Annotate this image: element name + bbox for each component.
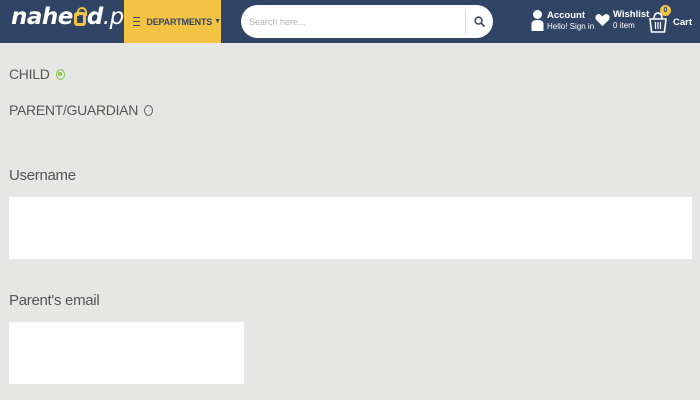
cart-link[interactable]: 0 Cart [649, 5, 699, 39]
radio-option-child[interactable]: CHILD [9, 66, 65, 82]
account-link[interactable]: Account Hello! Sign in [531, 9, 594, 32]
logo-text-start: nahe [11, 4, 73, 30]
radio-button-parent-guardian[interactable] [144, 104, 154, 116]
radio-button-child[interactable] [55, 68, 65, 80]
search-input[interactable] [241, 5, 465, 38]
user-icon [531, 10, 544, 31]
radio-option-parent-guardian[interactable]: PARENT/GUARDIAN [9, 102, 154, 118]
wishlist-subtitle: 0 item [613, 21, 635, 30]
logo-text-end: d [86, 4, 103, 30]
departments-menu-button[interactable]: DEPARTMENTS ▼ [124, 0, 221, 43]
wishlist-title: Wishlist [613, 9, 650, 20]
radio-label-parent-guardian: PARENT/GUARDIAN [9, 102, 139, 118]
site-logo[interactable]: nahe d.pk [11, 4, 137, 30]
caret-down-icon: ▼ [214, 18, 221, 25]
radio-label-child: CHILD [9, 66, 50, 82]
username-field[interactable] [9, 197, 692, 259]
search-bar [241, 5, 493, 38]
parent-email-label: Parent's email [9, 292, 100, 309]
top-header: nahed.pk DEPARTMENTS ▼ Account Hello! Si… [0, 0, 700, 43]
departments-label: DEPARTMENTS [146, 16, 213, 27]
account-subtitle: Hello! Sign in [547, 21, 595, 31]
search-icon [474, 16, 485, 27]
cart-count-badge: 0 [660, 5, 671, 16]
wishlist-link[interactable]: Wishlist 0 item [595, 9, 649, 31]
username-label: Username [9, 167, 76, 184]
account-title: Account [547, 9, 585, 21]
search-button[interactable] [466, 5, 493, 38]
heart-icon [595, 14, 610, 27]
lock-icon [73, 7, 87, 26]
hamburger-icon [133, 14, 141, 29]
cart-label: Cart [673, 17, 693, 28]
parent-email-field[interactable] [9, 322, 244, 384]
